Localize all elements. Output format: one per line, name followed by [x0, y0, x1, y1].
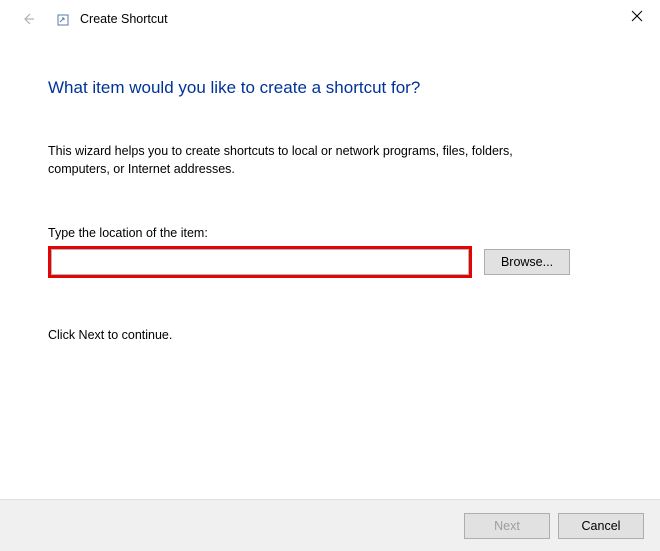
location-label: Type the location of the item:	[48, 226, 612, 240]
location-input-highlight	[48, 246, 472, 278]
cancel-button[interactable]: Cancel	[558, 513, 644, 539]
location-input[interactable]	[51, 249, 469, 275]
window-title: Create Shortcut	[80, 12, 168, 26]
shortcut-icon	[56, 13, 70, 27]
location-row: Browse...	[48, 246, 612, 278]
close-button[interactable]	[614, 0, 660, 32]
back-arrow-icon[interactable]	[18, 9, 38, 29]
wizard-footer: Next Cancel	[0, 499, 660, 551]
page-heading: What item would you like to create a sho…	[48, 78, 612, 98]
next-button[interactable]: Next	[464, 513, 550, 539]
continue-instruction: Click Next to continue.	[48, 328, 612, 342]
wizard-content: What item would you like to create a sho…	[0, 38, 660, 342]
titlebar: Create Shortcut	[0, 0, 660, 38]
wizard-description: This wizard helps you to create shortcut…	[48, 142, 578, 178]
browse-button[interactable]: Browse...	[484, 249, 570, 275]
